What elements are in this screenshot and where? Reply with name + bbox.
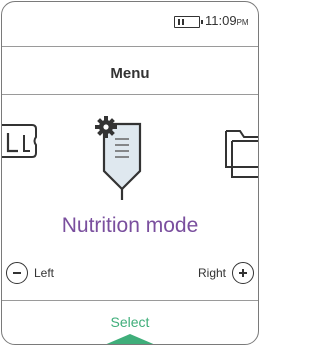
- header-divider-top: [2, 46, 258, 47]
- footer-divider: [2, 300, 258, 301]
- right-button[interactable]: Right: [198, 260, 254, 286]
- mode-carousel: [2, 105, 258, 205]
- clock-time: 11:09: [205, 13, 237, 28]
- left-label: Left: [34, 266, 55, 280]
- select-button[interactable]: Select: [2, 302, 258, 344]
- device-screen: 11:09PM Menu Nutrition mode Left Right S…: [1, 1, 259, 345]
- clock-ampm: PM: [236, 18, 249, 27]
- select-label: Select: [110, 314, 150, 330]
- header-divider-bottom: [2, 94, 258, 95]
- clock: 11:09PM: [205, 13, 249, 28]
- timeline-icon[interactable]: [2, 124, 37, 158]
- status-bar: 11:09PM: [2, 2, 258, 46]
- menu-title: Menu: [110, 65, 150, 82]
- nutrition-bag-icon[interactable]: [95, 116, 142, 200]
- minus-icon: [6, 262, 28, 284]
- right-label: Right: [197, 266, 226, 280]
- plus-icon: [232, 262, 254, 284]
- left-button[interactable]: Left: [6, 260, 54, 286]
- battery-icon: [174, 16, 203, 28]
- selected-mode-label: Nutrition mode: [61, 214, 199, 237]
- folder-icon[interactable]: [225, 130, 258, 178]
- carousel-icons: [2, 116, 258, 200]
- select-arrow-icon: [102, 334, 158, 344]
